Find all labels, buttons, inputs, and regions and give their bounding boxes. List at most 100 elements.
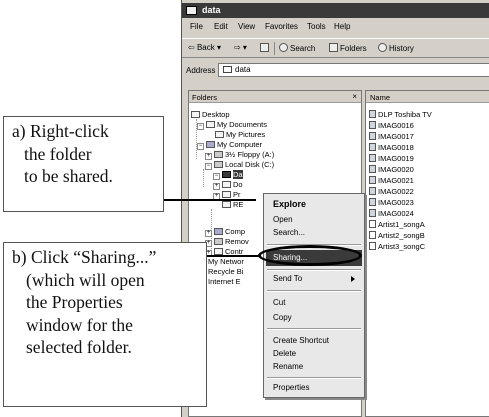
list-item[interactable]: IMAG0024	[369, 209, 414, 219]
menu-divider	[267, 269, 361, 271]
list-item-label: IMAG0018	[378, 143, 414, 152]
menu-help[interactable]: Help	[334, 22, 350, 31]
list-item[interactable]: Artist3_songC	[369, 242, 425, 252]
tree-item-my-documents[interactable]: − My Documents	[197, 120, 267, 130]
tree-item-re[interactable]: RE	[222, 200, 243, 210]
image-file-icon	[369, 154, 376, 162]
collapse-icon[interactable]: −	[205, 163, 212, 170]
menu-favorites[interactable]: Favorites	[265, 22, 298, 31]
tree-item-desktop[interactable]: Desktop	[191, 110, 230, 120]
tree-item-my-computer[interactable]: − My Computer	[197, 140, 262, 150]
collapse-icon[interactable]: −	[197, 123, 204, 130]
list-item[interactable]: DLP Toshiba TV	[369, 110, 432, 120]
collapse-icon[interactable]: −	[197, 143, 204, 150]
history-button[interactable]: History	[378, 43, 414, 53]
submenu-arrow-icon	[351, 276, 355, 282]
list-item[interactable]: IMAG0021	[369, 176, 414, 186]
list-item[interactable]: IMAG0019	[369, 154, 414, 164]
audio-file-icon	[369, 231, 376, 239]
callout-a-line: the folder	[24, 143, 92, 164]
expand-icon[interactable]: +	[205, 153, 212, 160]
menu-item-explore[interactable]: Explore	[273, 199, 306, 209]
list-item-label: IMAG0020	[378, 165, 414, 174]
tree-item-comp[interactable]: + Comp	[205, 227, 245, 237]
list-item-label: DLP Toshiba TV	[378, 110, 432, 119]
expand-icon[interactable]: +	[205, 230, 212, 237]
list-item[interactable]: IMAG0022	[369, 187, 414, 197]
address-bar: Address data	[182, 61, 489, 79]
list-item[interactable]: Artist2_songB	[369, 231, 425, 241]
search-button[interactable]: Search	[279, 43, 315, 53]
menu-item-open[interactable]: Open	[273, 215, 293, 224]
callout-a: a) Right-click the folder to be shared.	[3, 116, 164, 212]
list-item-label: Artist2_songB	[378, 231, 425, 240]
menu-tools[interactable]: Tools	[307, 22, 326, 31]
list-item-label: IMAG0023	[378, 198, 414, 207]
menu-item-rename[interactable]: Rename	[273, 362, 303, 371]
menu-item-delete[interactable]: Delete	[273, 349, 296, 358]
callout-a-line: to be shared.	[24, 166, 113, 186]
image-file-icon	[369, 176, 376, 184]
context-menu: Explore Open Search... Sharing... Send T…	[263, 193, 365, 398]
tree-item-do[interactable]: + Do	[213, 180, 243, 190]
list-item[interactable]: IMAG0016	[369, 121, 414, 131]
folder-icon	[222, 201, 231, 208]
tree-line	[203, 169, 204, 187]
tree-item-label: Pr	[233, 190, 241, 199]
address-field[interactable]: data	[218, 63, 489, 77]
tree-item-label: My Networ	[208, 257, 244, 266]
file-list-pane: Name DLP Toshiba TV IMAG0016 IMAG0017 IM…	[365, 90, 489, 417]
list-item[interactable]: IMAG0017	[369, 132, 414, 142]
list-item[interactable]: IMAG0020	[369, 165, 414, 175]
folders-header-label: Folders	[192, 93, 218, 102]
toolbar: ⇦ Back ▾ ⇨ ▾ Search Folders History	[182, 38, 489, 58]
close-icon[interactable]: ×	[352, 92, 357, 101]
tree-item-local-disk[interactable]: − Local Disk (C:)	[205, 160, 274, 170]
image-file-icon	[369, 165, 376, 173]
menu-view[interactable]: View	[238, 22, 255, 31]
audio-file-icon	[369, 220, 376, 228]
tree-item-label: Desktop	[202, 110, 230, 119]
menu-item-cut[interactable]: Cut	[273, 298, 285, 307]
hard-drive-icon	[214, 161, 223, 168]
menu-file[interactable]: File	[190, 22, 203, 31]
menu-divider	[267, 290, 361, 292]
search-label: Search	[290, 44, 316, 53]
list-item[interactable]: IMAG0018	[369, 143, 414, 153]
list-item[interactable]: IMAG0023	[369, 198, 414, 208]
folders-button[interactable]: Folders	[329, 43, 367, 53]
menu-edit[interactable]: Edit	[214, 22, 228, 31]
menu-item-search[interactable]: Search...	[273, 228, 305, 237]
image-file-icon	[369, 143, 376, 151]
expand-icon[interactable]: +	[213, 183, 220, 190]
folders-label: Folders	[340, 44, 367, 53]
collapse-icon[interactable]: −	[213, 173, 220, 180]
forward-button[interactable]: ⇨ ▾	[234, 43, 247, 52]
address-value: data	[235, 65, 251, 74]
back-button[interactable]: ⇦ Back ▾	[188, 43, 221, 52]
menu-item-create-shortcut[interactable]: Create Shortcut	[273, 336, 329, 345]
list-item-label: Artist3_songC	[378, 242, 426, 251]
tree-item-remov[interactable]: + Remov	[205, 237, 249, 247]
callout-b-line: selected folder.	[26, 337, 132, 357]
tree-item-label: Recycle Bi	[208, 267, 244, 276]
history-label: History	[389, 44, 414, 53]
tree-item-label: My Computer	[217, 140, 263, 149]
menu-bar: File Edit View Favorites Tools Help	[182, 20, 489, 34]
tree-item-floppy[interactable]: +3½ Floppy (A:)	[205, 150, 274, 160]
tree-item-data-folder[interactable]: − Da	[213, 170, 243, 180]
tree-item-my-pictures[interactable]: My Pictures	[215, 130, 265, 140]
menu-item-copy[interactable]: Copy	[273, 313, 292, 322]
list-item-label: IMAG0017	[378, 132, 414, 141]
tree-item-label: Do	[233, 180, 243, 189]
folder-icon	[222, 191, 231, 198]
menu-item-send-to[interactable]: Send To	[273, 274, 302, 283]
list-item[interactable]: Artist1_songA	[369, 220, 425, 230]
up-folder-button[interactable]	[260, 43, 271, 53]
name-column-header[interactable]: Name	[366, 91, 489, 103]
back-label: Back	[196, 43, 215, 52]
menu-item-properties[interactable]: Properties	[273, 383, 309, 392]
up-folder-icon	[260, 43, 269, 52]
callout-b-pointer	[207, 255, 260, 257]
folder-icon	[222, 181, 231, 188]
